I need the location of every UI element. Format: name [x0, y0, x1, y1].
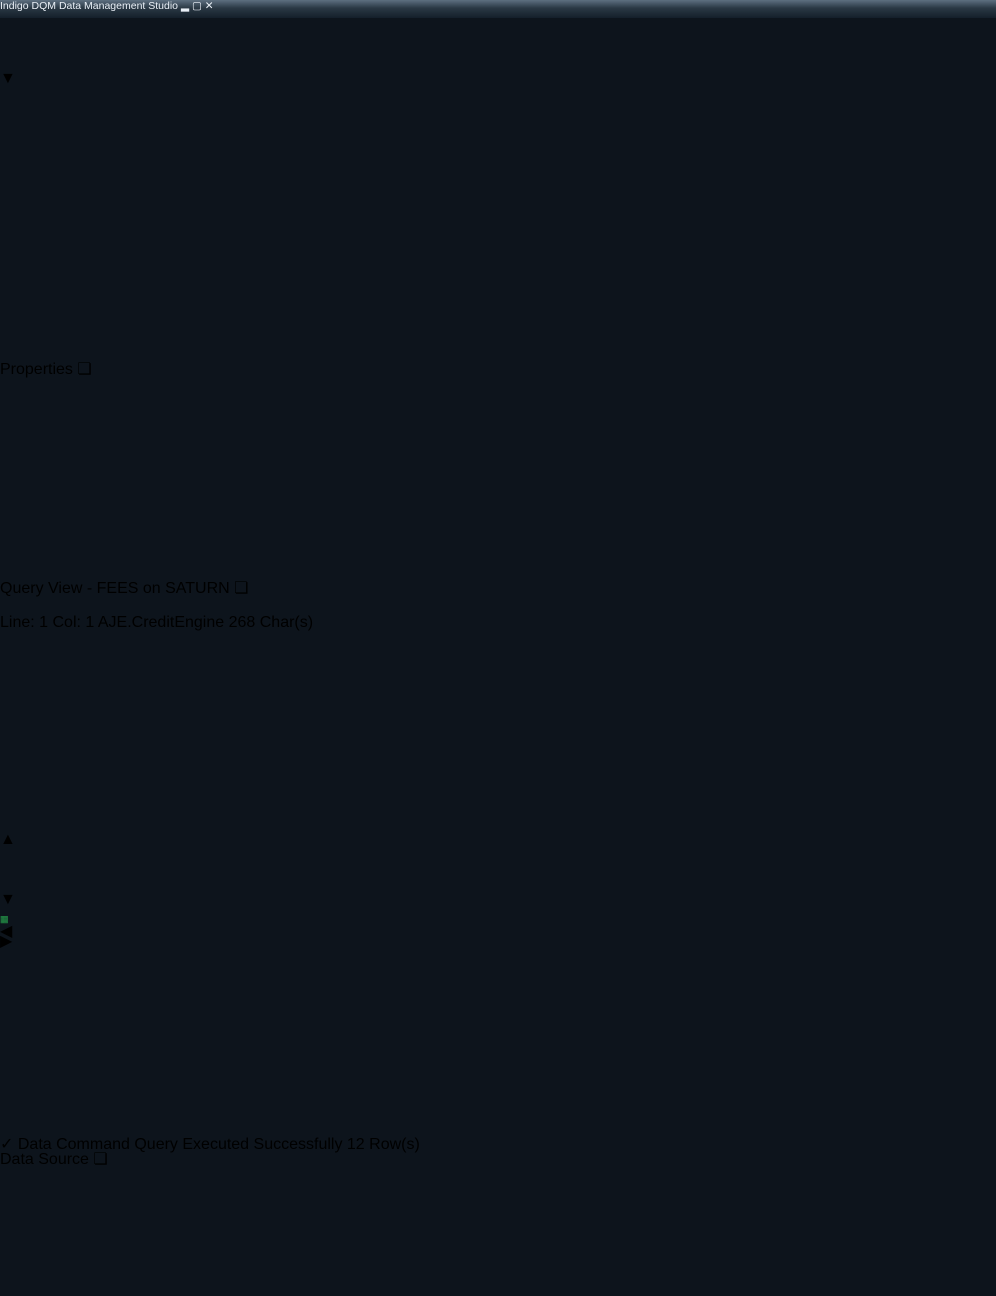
xml-scroll-thumb[interactable]: [0, 849, 481, 891]
data-source-window-icon[interactable]: ❏: [93, 1151, 107, 1168]
export-excel-button[interactable]: ▦: [0, 909, 481, 927]
workspace: ▲ ▼ Properties ❏ Query View - FEES on SA…: [0, 0, 996, 1296]
results-format-tabs: [0, 815, 996, 831]
excel-icon: ▦: [0, 914, 9, 924]
row-count: 12 Row(s): [347, 1136, 420, 1153]
xml-hscrollbar[interactable]: ◀ ▶: [0, 927, 481, 947]
xml-vscrollbar[interactable]: ▲ ▼: [0, 831, 481, 909]
xml-scroll-right[interactable]: ▶: [0, 937, 11, 947]
xml-scroll-down[interactable]: ▼: [0, 891, 481, 909]
execution-status-bar: ✓ Data Command Query Executed Successful…: [0, 1134, 481, 1149]
data-source-grid: [0, 1184, 173, 1296]
xml-scroll-up[interactable]: ▲: [0, 831, 481, 849]
xml-scroll-left[interactable]: ◀: [0, 927, 11, 937]
results-bottom-tabs: [0, 1118, 996, 1134]
xml-view[interactable]: [1, 2, 956, 635]
data-source-toolbar: [0, 1169, 173, 1184]
app-window: Indigo DQM Data Management Studio ▂ ▢ ✕ …: [0, 0, 996, 1296]
data-source-title: Data Source: [0, 1151, 89, 1168]
results-panel: ▲ ▼ ▦ ◀ ▶: [0, 831, 481, 1118]
